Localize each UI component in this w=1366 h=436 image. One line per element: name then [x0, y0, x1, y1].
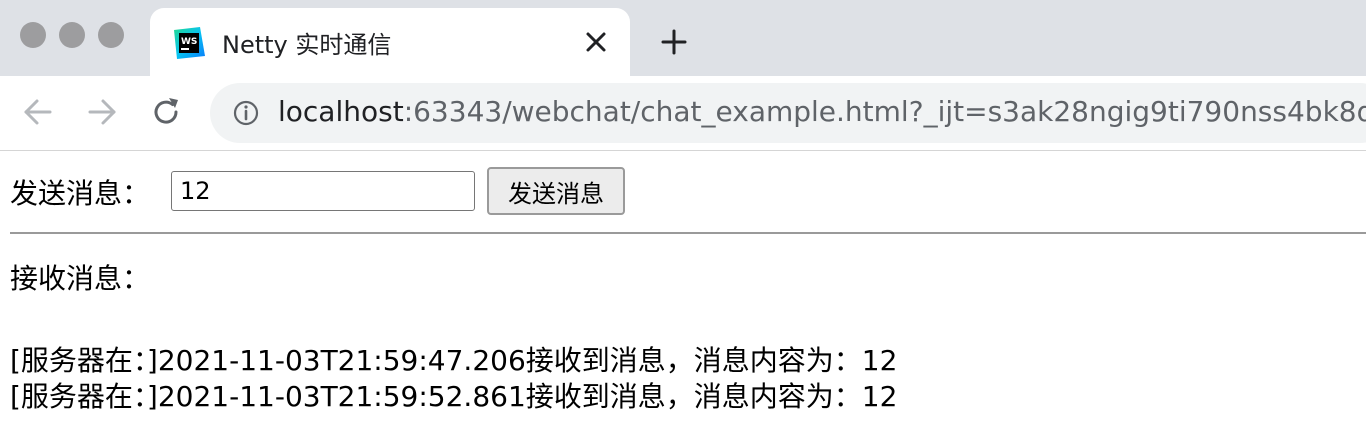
divider [10, 232, 1366, 234]
forward-arrow-icon[interactable] [84, 94, 120, 130]
send-message-button[interactable]: 发送消息 [487, 167, 625, 215]
receive-message-label: 接收消息： [10, 262, 151, 295]
url-path: :63343/webchat/chat_example.html?_ijt=s3… [403, 95, 1366, 128]
message-line: [服务器在：]2021-11-03T21:59:47.206接收到消息，消息内容… [10, 344, 898, 377]
minimize-window-button[interactable] [59, 22, 85, 48]
info-icon[interactable] [232, 99, 260, 127]
webstorm-icon: WS [174, 27, 205, 59]
close-window-button[interactable] [20, 22, 46, 48]
message-input[interactable] [171, 171, 475, 211]
message-line: [服务器在：]2021-11-03T21:59:52.861接收到消息，消息内容… [10, 380, 898, 413]
message-list: [服务器在：]2021-11-03T21:59:47.206接收到消息，消息内容… [10, 343, 1360, 415]
tab-title: Netty 实时通信 [222, 31, 392, 59]
back-arrow-icon[interactable] [20, 94, 56, 130]
address-bar[interactable]: localhost:63343/webchat/chat_example.htm… [210, 83, 1366, 143]
url-text[interactable]: localhost:63343/webchat/chat_example.htm… [278, 95, 1366, 128]
close-icon[interactable] [582, 28, 610, 56]
reload-icon[interactable] [148, 94, 184, 130]
url-host: localhost [278, 95, 404, 128]
tab-strip: WS Netty 实时通信 [0, 0, 1366, 76]
send-message-label: 发送消息： [10, 177, 151, 210]
new-tab-icon[interactable] [658, 26, 690, 58]
svg-text:WS: WS [181, 37, 197, 47]
zoom-window-button[interactable] [98, 22, 124, 48]
browser-toolbar: localhost:63343/webchat/chat_example.htm… [0, 76, 1366, 151]
tab-active[interactable]: WS Netty 实时通信 [150, 8, 630, 76]
page-content: 发送消息： 发送消息 接收消息： [服务器在：]2021-11-03T21:59… [0, 151, 1366, 436]
